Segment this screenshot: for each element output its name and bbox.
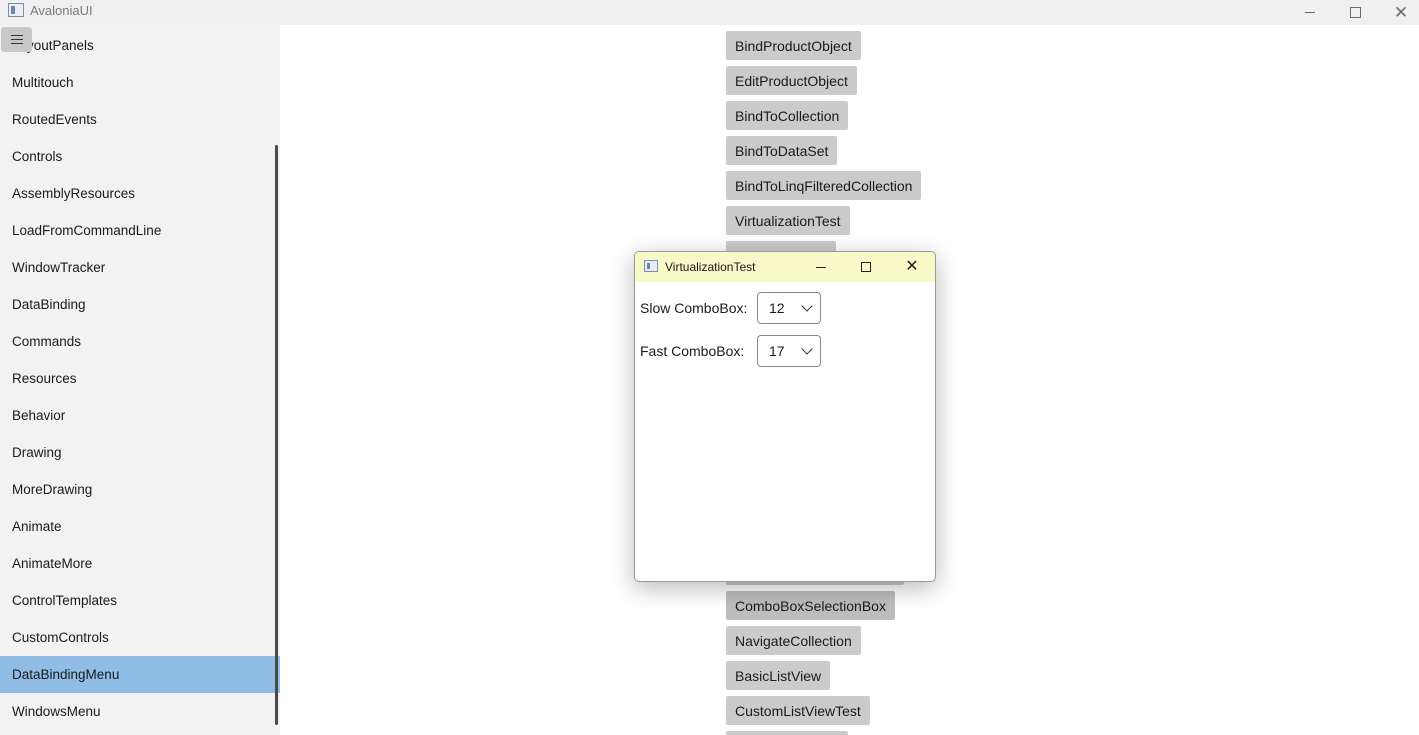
dialog-minimize-button[interactable] bbox=[801, 252, 841, 282]
chevron-down-icon bbox=[801, 342, 813, 355]
sidebar-item-moredrawing[interactable]: MoreDrawing bbox=[0, 471, 280, 508]
hamburger-icon bbox=[10, 35, 23, 44]
window-titlebar: AvaloniaUI ✕ bbox=[0, 0, 1419, 25]
sidebar-item-windowtracker[interactable]: WindowTracker bbox=[0, 249, 280, 286]
chevron-down-icon bbox=[801, 299, 813, 312]
sidebar-item-animate[interactable]: Animate bbox=[0, 508, 280, 545]
fast-combobox[interactable]: 17 bbox=[757, 335, 821, 367]
window-title: AvaloniaUI bbox=[30, 3, 93, 18]
sidebar-item-loadfromcommandline[interactable]: LoadFromCommandLine bbox=[0, 212, 280, 249]
hamburger-menu-button[interactable] bbox=[1, 27, 32, 52]
window-minimize-button[interactable] bbox=[1287, 0, 1333, 25]
sidebar-nav-list: LayoutPanels Multitouch RoutedEvents Con… bbox=[0, 27, 280, 730]
close-icon: ✕ bbox=[1393, 2, 1409, 22]
fast-combobox-value: 17 bbox=[769, 343, 785, 359]
sidebar-item-multitouch[interactable]: Multitouch bbox=[0, 64, 280, 101]
sidebar-item-behavior[interactable]: Behavior bbox=[0, 397, 280, 434]
navigatecollection-button[interactable]: NavigateCollection bbox=[726, 626, 861, 655]
close-icon: ✕ bbox=[905, 258, 919, 275]
bindtolinqfilteredcollection-button[interactable]: BindToLinqFilteredCollection bbox=[726, 171, 922, 200]
window-close-button[interactable]: ✕ bbox=[1378, 0, 1419, 25]
dialog-maximize-button[interactable] bbox=[846, 252, 886, 282]
minimize-icon bbox=[816, 266, 826, 268]
sidebar-item-commands[interactable]: Commands bbox=[0, 323, 280, 360]
window-maximize-button[interactable] bbox=[1332, 0, 1378, 25]
virtualizationtest-dialog: VirtualizationTest ✕ Slow ComboBox: 12 F… bbox=[634, 251, 936, 582]
sidebar-item-databinding[interactable]: DataBinding bbox=[0, 286, 280, 323]
slow-combobox[interactable]: 12 bbox=[757, 292, 821, 324]
bindtodataset-button[interactable]: BindToDataSet bbox=[726, 136, 838, 165]
sidebar-item-customcontrols[interactable]: CustomControls bbox=[0, 619, 280, 656]
maximize-icon bbox=[861, 262, 871, 272]
fast-combobox-label: Fast ComboBox: bbox=[640, 343, 745, 359]
comboboxselectionbox-button[interactable]: ComboBoxSelectionBox bbox=[726, 591, 895, 620]
app-window-icon bbox=[8, 3, 24, 17]
sidebar: LayoutPanels Multitouch RoutedEvents Con… bbox=[0, 25, 280, 735]
editproductobject-button[interactable]: EditProductObject bbox=[726, 66, 857, 95]
sidebar-item-windowsmenu[interactable]: WindowsMenu bbox=[0, 693, 280, 730]
basiclistview-button[interactable]: BasicListView bbox=[726, 661, 831, 690]
sidebar-item-routedevents[interactable]: RoutedEvents bbox=[0, 101, 280, 138]
sidebar-item-controltemplates[interactable]: ControlTemplates bbox=[0, 582, 280, 619]
virtualizationtest-button[interactable]: VirtualizationTest bbox=[726, 206, 850, 235]
dialog-close-button[interactable]: ✕ bbox=[892, 252, 932, 282]
sidebar-item-databindingmenu[interactable]: DataBindingMenu bbox=[0, 656, 280, 693]
minimize-icon bbox=[1305, 12, 1315, 13]
sidebar-item-layoutpanels[interactable]: LayoutPanels bbox=[0, 27, 280, 64]
maximize-icon bbox=[1349, 7, 1361, 18]
slow-combobox-value: 12 bbox=[769, 300, 785, 316]
sidebar-item-controls[interactable]: Controls bbox=[0, 138, 280, 175]
sidebar-item-resources[interactable]: Resources bbox=[0, 360, 280, 397]
sidebar-item-assemblyresources[interactable]: AssemblyResources bbox=[0, 175, 280, 212]
dialog-window-icon bbox=[644, 260, 658, 272]
partially-hidden-button-3[interactable] bbox=[726, 731, 848, 735]
fast-combobox-row: Fast ComboBox: 17 bbox=[640, 335, 821, 367]
customlistviewtest-button[interactable]: CustomListViewTest bbox=[726, 696, 870, 725]
sidebar-scrollbar[interactable] bbox=[275, 145, 278, 725]
bindtocollection-button[interactable]: BindToCollection bbox=[726, 101, 849, 130]
slow-combobox-row: Slow ComboBox: 12 bbox=[640, 292, 821, 324]
sidebar-item-animatemore[interactable]: AnimateMore bbox=[0, 545, 280, 582]
dialog-titlebar[interactable]: VirtualizationTest ✕ bbox=[635, 252, 935, 282]
dialog-title: VirtualizationTest bbox=[665, 260, 756, 274]
bindproductobject-button[interactable]: BindProductObject bbox=[726, 31, 861, 60]
sidebar-item-drawing[interactable]: Drawing bbox=[0, 434, 280, 471]
slow-combobox-label: Slow ComboBox: bbox=[640, 300, 748, 316]
